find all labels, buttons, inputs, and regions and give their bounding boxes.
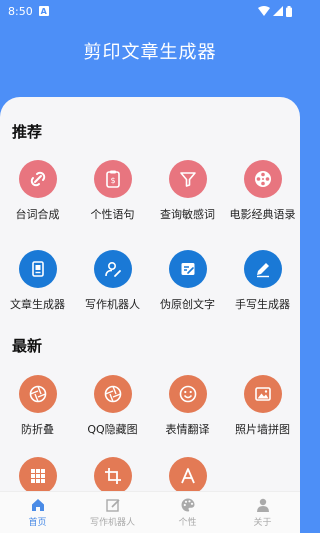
tool-sensitive-words[interactable]: 查询敏感词	[150, 160, 225, 222]
film-reel-icon	[243, 160, 282, 198]
tool-crop[interactable]	[75, 457, 150, 495]
tool-label: QQ隐藏图	[87, 423, 138, 436]
svg-text:$: $	[110, 176, 115, 185]
nav-home[interactable]: 首页	[0, 492, 75, 533]
tool-label: 个性语句	[90, 208, 135, 221]
smiley-icon	[168, 375, 207, 413]
tool-label: 文章生成器	[10, 298, 65, 311]
image-icon	[243, 375, 282, 413]
pencil-icon	[243, 250, 282, 288]
tool-label: 电影经典语录	[229, 208, 296, 221]
home-icon	[31, 499, 44, 511]
notification-icon: A	[38, 6, 49, 16]
battery-icon	[286, 5, 292, 17]
tool-label: 查询敏感词	[160, 208, 215, 221]
person-icon	[256, 498, 269, 512]
nav-label: 首页	[28, 518, 47, 528]
status-bar: 8:50 A	[0, 0, 300, 22]
nav-personality[interactable]: 个性	[150, 492, 225, 533]
link-icon	[18, 160, 57, 198]
nav-label: 写作机器人	[89, 518, 135, 528]
tool-label: 照片墙拼图	[235, 423, 290, 436]
tool-writing-robot[interactable]: 写作机器人	[75, 250, 150, 312]
tool-label: 台词合成	[15, 208, 60, 221]
document-icon	[18, 250, 57, 288]
section-title-latest: 最新	[12, 337, 43, 355]
tool-label: 表情翻译	[165, 423, 210, 436]
aperture-icon	[93, 375, 132, 413]
tool-label: 手写生成器	[235, 298, 290, 311]
edit-icon	[105, 499, 120, 512]
nav-writing-robot[interactable]: 写作机器人	[75, 492, 150, 533]
tool-font[interactable]	[150, 457, 225, 495]
filter-icon	[168, 160, 207, 198]
grid-icon	[18, 457, 57, 495]
tool-dialogue-compose[interactable]: 台词合成	[0, 160, 75, 222]
nav-about[interactable]: 关于	[225, 492, 300, 533]
tool-handwriting-generator[interactable]: 手写生成器	[225, 250, 300, 312]
wifi-icon	[258, 6, 270, 16]
edit-note-icon	[168, 250, 207, 288]
tool-label: 写作机器人	[85, 298, 140, 311]
tool-anti-fold[interactable]: 防折叠	[0, 375, 75, 437]
nav-label: 关于	[253, 518, 272, 528]
letter-a-icon	[168, 457, 207, 495]
main-content: 推荐 台词合成 $ 个性语句 查询敏感词 电影经典语录 文章生成器 写作机器人 …	[0, 97, 300, 533]
tool-label: 防折叠	[21, 423, 54, 436]
app-title: 剪印文章生成器	[83, 42, 217, 63]
tool-pseudo-original[interactable]: 伪原创文字	[150, 250, 225, 312]
tool-movie-quotes[interactable]: 电影经典语录	[225, 160, 300, 222]
tool-article-generator[interactable]: 文章生成器	[0, 250, 75, 312]
signal-icon	[273, 6, 283, 16]
aperture-icon	[18, 375, 57, 413]
tool-photo-wall[interactable]: 照片墙拼图	[225, 375, 300, 437]
palette-icon	[181, 498, 194, 512]
section-title-recommended: 推荐	[12, 123, 43, 141]
tool-label: 伪原创文字	[160, 298, 215, 311]
clipboard-dollar-icon: $	[93, 160, 132, 198]
bottom-nav: 首页 写作机器人 个性 关于	[0, 491, 300, 533]
crop-icon	[93, 457, 132, 495]
tool-emoji-translate[interactable]: 表情翻译	[150, 375, 225, 437]
tool-grid[interactable]	[0, 457, 75, 495]
status-time: 8:50	[8, 4, 33, 18]
status-indicators	[258, 5, 292, 17]
tool-personal-quotes[interactable]: $ 个性语句	[75, 160, 150, 222]
tool-qq-hidden-image[interactable]: QQ隐藏图	[75, 375, 150, 437]
nav-label: 个性	[178, 518, 197, 528]
person-pen-icon	[93, 250, 132, 288]
